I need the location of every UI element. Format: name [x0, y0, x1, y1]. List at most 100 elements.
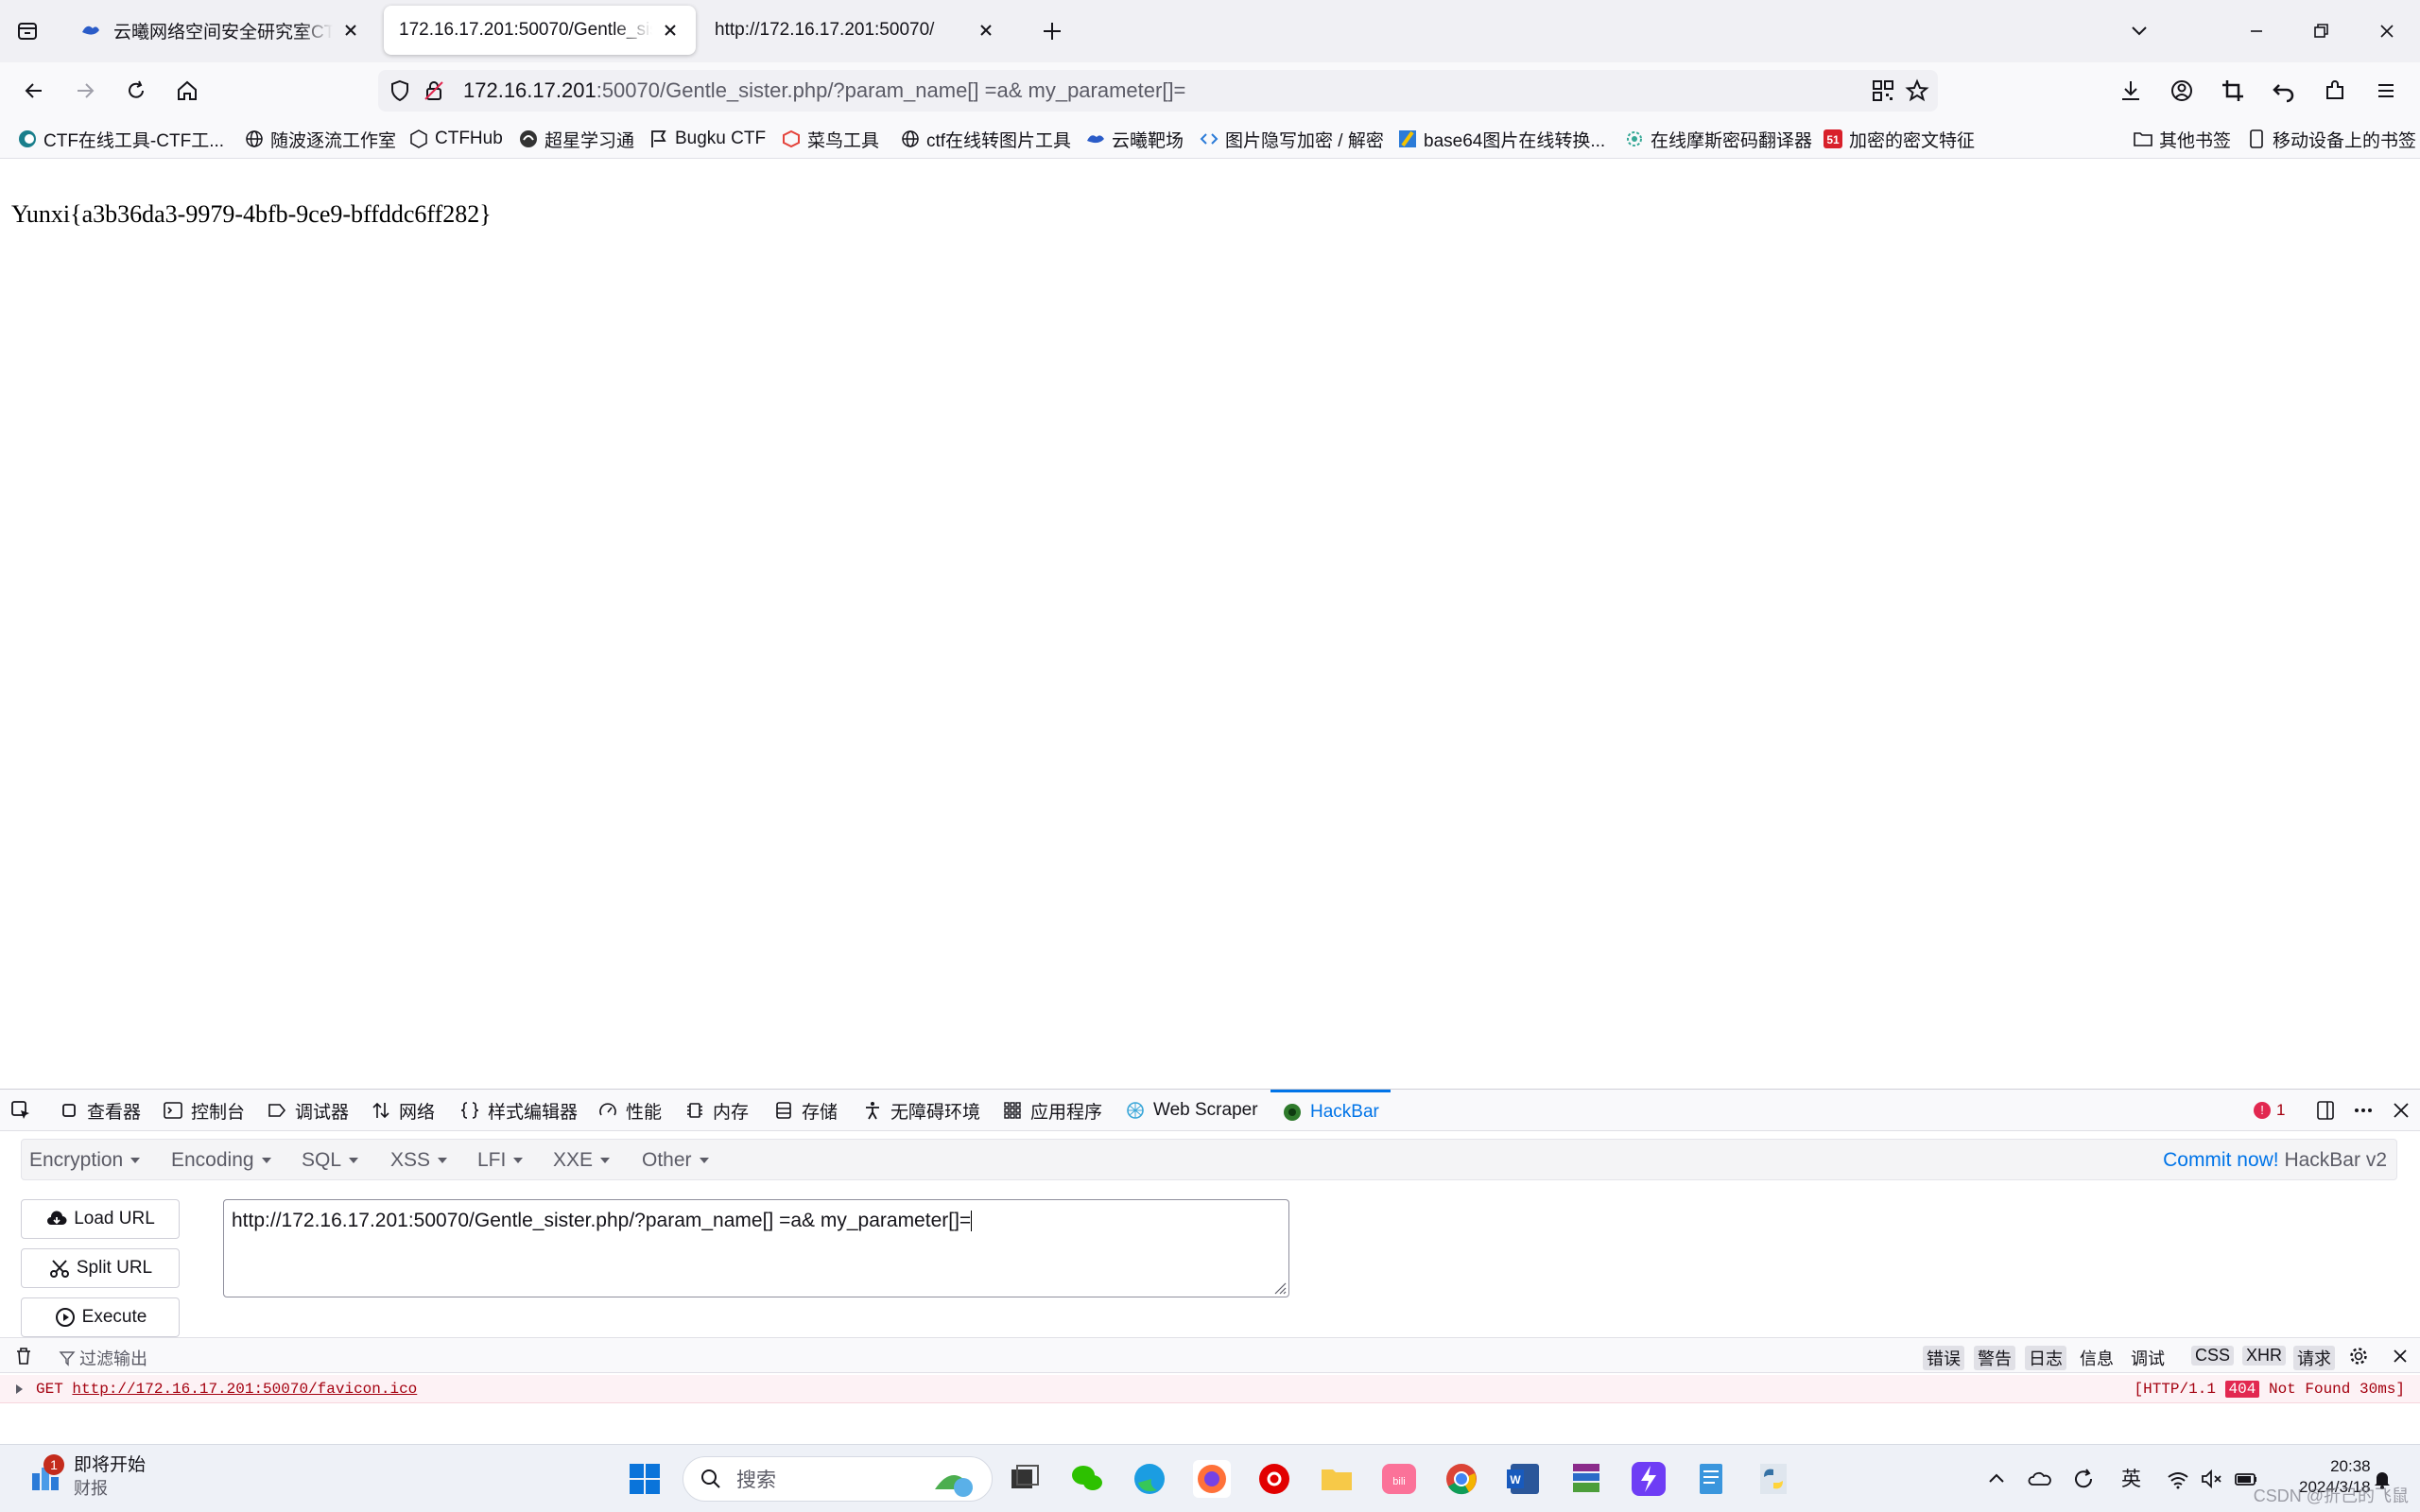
bookmark-ctfhub[interactable]: CTFHub	[408, 127, 503, 151]
winrar-icon[interactable]	[1565, 1458, 1607, 1500]
back-icon[interactable]	[19, 76, 49, 106]
python-icon[interactable]	[1753, 1458, 1794, 1500]
bookmark-morse[interactable]: 在线摩斯密码翻译器	[1624, 127, 1812, 151]
windows-start-icon[interactable]	[624, 1458, 666, 1500]
browser-tab-active[interactable]: 172.16.17.201:50070/Gentle_sister.php	[384, 6, 696, 55]
filter-warnings[interactable]: 警告	[1974, 1346, 2015, 1370]
bookmark-ctf-image[interactable]: ctf在线转图片工具	[900, 127, 1071, 151]
edge-icon[interactable]	[1129, 1458, 1170, 1500]
menu-icon[interactable]	[2371, 76, 2401, 106]
word-icon[interactable]: W	[1503, 1458, 1545, 1500]
bookmark-runoob[interactable]: 菜鸟工具	[781, 127, 879, 151]
bookmark-other-folder[interactable]: 其他书签	[2133, 127, 2231, 151]
close-window-icon[interactable]	[2373, 17, 2401, 45]
netease-music-icon[interactable]	[1253, 1458, 1295, 1500]
forward-icon[interactable]	[70, 76, 100, 106]
bookmark-star-icon[interactable]	[1904, 77, 1930, 104]
file-explorer-icon[interactable]	[1316, 1458, 1357, 1500]
qr-code-icon[interactable]	[1870, 77, 1896, 104]
error-counter[interactable]: ! 1	[2254, 1101, 2285, 1120]
filter-logs[interactable]: 日志	[2025, 1346, 2066, 1370]
menu-other[interactable]: Other	[642, 1149, 709, 1172]
chrome-icon[interactable]	[1441, 1458, 1482, 1500]
address-bar[interactable]: 172.16.17.201:50070/Gentle_sister.php/?p…	[378, 70, 1938, 112]
thunder-icon[interactable]	[1628, 1458, 1669, 1500]
log-url-link[interactable]: http://172.16.17.201:50070/favicon.ico	[72, 1381, 417, 1398]
load-url-button[interactable]: Load URL	[21, 1199, 180, 1239]
menu-sql[interactable]: SQL	[302, 1149, 358, 1172]
menu-encoding[interactable]: Encoding	[171, 1149, 271, 1172]
taskbar-search[interactable]: 搜索	[683, 1456, 993, 1502]
devtools-tab-web-scraper[interactable]: Web Scraper	[1125, 1090, 1258, 1131]
reload-icon[interactable]	[121, 76, 151, 106]
console-settings-gear-icon[interactable]	[2348, 1346, 2369, 1366]
trash-icon[interactable]	[13, 1346, 34, 1366]
filter-errors[interactable]: 错误	[1923, 1346, 1964, 1370]
more-options-icon[interactable]	[2352, 1099, 2375, 1122]
undo-icon[interactable]	[2269, 76, 2299, 106]
filter-css[interactable]: CSS	[2191, 1346, 2235, 1366]
close-tab-icon[interactable]	[340, 20, 361, 41]
bookmark-chaoxing[interactable]: 超星学习通	[518, 127, 634, 151]
bilibili-icon[interactable]: bili	[1378, 1458, 1420, 1500]
resize-grip-icon[interactable]	[1271, 1280, 1287, 1295]
task-view-icon[interactable]	[1004, 1458, 1046, 1500]
restore-icon[interactable]	[2307, 17, 2335, 45]
screenshot-crop-icon[interactable]	[2218, 76, 2248, 106]
expand-triangle-icon[interactable]	[13, 1383, 25, 1395]
tray-chevron-up-icon[interactable]	[1983, 1466, 2010, 1492]
filter-info[interactable]: 信息	[2080, 1346, 2114, 1370]
bookmark-stego[interactable]: 图片隐写加密 / 解密	[1199, 127, 1384, 151]
devtools-tab-memory[interactable]: 内存	[684, 1090, 749, 1131]
home-icon[interactable]	[172, 76, 202, 106]
tab-list-icon[interactable]	[13, 17, 42, 45]
bookmark-cipher-features[interactable]: 51 加密的密文特征	[1823, 127, 1975, 151]
browser-tab[interactable]: http://172.16.17.201:50070/	[700, 6, 1011, 55]
bookmark-mobile-folder[interactable]: 移动设备上的书签	[2246, 127, 2416, 151]
tab-overflow-chevron-icon[interactable]	[2125, 17, 2153, 45]
account-icon[interactable]	[2167, 76, 2197, 106]
news-widget[interactable]: 1 即将开始 财报	[28, 1454, 146, 1500]
filter-requests[interactable]: 请求	[2293, 1346, 2335, 1370]
hackbar-url-textarea[interactable]: http://172.16.17.201:50070/Gentle_sister…	[223, 1199, 1289, 1297]
devtools-tab-performance[interactable]: 性能	[597, 1090, 662, 1131]
devtools-tab-hackbar[interactable]: HackBar	[1270, 1090, 1391, 1131]
element-picker-icon[interactable]	[9, 1099, 32, 1122]
minimize-icon[interactable]	[2242, 17, 2271, 45]
dock-side-icon[interactable]	[2314, 1099, 2337, 1122]
execute-button[interactable]: Execute	[21, 1297, 180, 1337]
tracking-protection-shield-icon[interactable]	[388, 78, 412, 103]
downloads-icon[interactable]	[2116, 76, 2146, 106]
close-devtools-icon[interactable]	[2390, 1099, 2412, 1122]
onedrive-icon[interactable]	[2027, 1466, 2053, 1492]
browser-tab[interactable]: 云曦网络空间安全研究室CTF靶场	[64, 6, 376, 55]
bookmark-base64[interactable]: base64图片在线转换...	[1397, 127, 1605, 151]
wechat-icon[interactable]	[1066, 1458, 1108, 1500]
split-url-button[interactable]: Split URL	[21, 1248, 180, 1288]
devtools-tab-debugger[interactable]: 调试器	[267, 1090, 349, 1131]
close-console-icon[interactable]	[2390, 1346, 2411, 1366]
bookmark-bugku[interactable]: Bugku CTF	[648, 127, 766, 151]
close-tab-icon[interactable]	[976, 20, 996, 41]
commit-now-link[interactable]: Commit now!	[2163, 1149, 2279, 1171]
bookmark-ctf-tools[interactable]: CTF在线工具-CTF工...	[17, 127, 224, 151]
devtools-tab-network[interactable]: 网络	[371, 1090, 435, 1131]
menu-xss[interactable]: XSS	[390, 1149, 447, 1172]
menu-encryption[interactable]: Encryption	[29, 1149, 140, 1172]
close-tab-icon[interactable]	[660, 20, 681, 41]
filter-debug[interactable]: 调试	[2131, 1346, 2165, 1370]
devtools-tab-console[interactable]: 控制台	[163, 1090, 245, 1131]
insecure-connection-icon[interactable]	[422, 78, 446, 103]
devtools-tab-storage[interactable]: 存储	[773, 1090, 838, 1131]
bookmark-suibo[interactable]: 随波逐流工作室	[244, 127, 396, 151]
sync-icon[interactable]	[2070, 1466, 2097, 1492]
notepad-icon[interactable]	[1690, 1458, 1732, 1500]
bookmark-yunxi[interactable]: 云曦靶场	[1085, 127, 1184, 151]
console-filter-input[interactable]: 过滤输出	[59, 1346, 147, 1370]
new-tab-icon[interactable]	[1038, 17, 1066, 45]
extensions-icon[interactable]	[2320, 76, 2350, 106]
volume-muted-icon[interactable]	[2199, 1466, 2225, 1492]
filter-xhr[interactable]: XHR	[2242, 1346, 2287, 1366]
devtools-tab-inspector[interactable]: 查看器	[59, 1090, 141, 1131]
firefox-icon[interactable]	[1191, 1458, 1233, 1500]
